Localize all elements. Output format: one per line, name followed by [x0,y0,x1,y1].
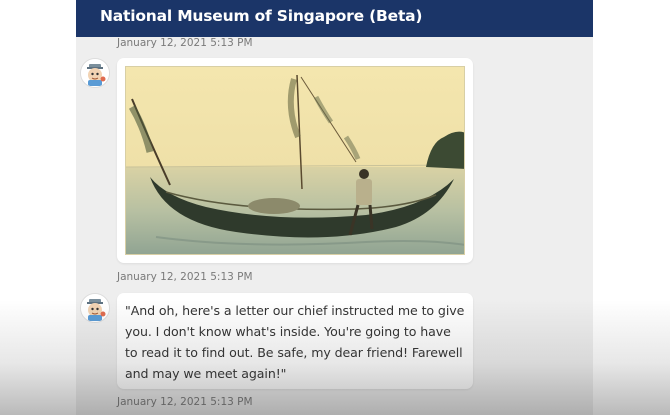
vintage-canoe-photo[interactable] [125,66,465,255]
chat-title: National Museum of Singapore (Beta) [100,7,423,25]
message-timestamp: January 12, 2021 5:13 PM [117,396,253,408]
chat-header: National Museum of Singapore (Beta) [76,0,593,37]
chat-panel[interactable]: National Museum of Singapore (Beta) Janu… [76,0,593,415]
page: National Museum of Singapore (Beta) Janu… [0,0,670,415]
museum-mascot-icon [80,58,110,88]
museum-mascot-icon [80,293,110,323]
text-message[interactable]: "And oh, here's a letter our chief instr… [117,293,473,389]
message-timestamp: January 12, 2021 5:13 PM [117,271,253,283]
image-message[interactable] [117,58,473,263]
message-timestamp: January 12, 2021 5:13 PM [117,37,253,49]
message-text: "And oh, here's a letter our chief instr… [125,303,465,381]
